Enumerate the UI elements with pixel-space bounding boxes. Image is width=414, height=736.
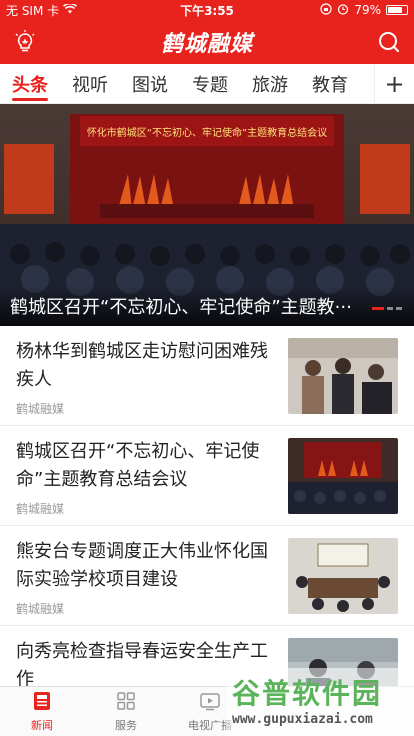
rotation-lock-icon	[320, 2, 332, 18]
news-item[interactable]: 杨林华到鹤城区走访慰问困难残疾人 鹤城融媒	[0, 326, 414, 426]
grid-icon	[115, 690, 137, 715]
site-watermark: 谷普软件园 www.gupuxiazai.com	[226, 668, 414, 736]
nav-news[interactable]: 新闻	[0, 687, 84, 736]
nav-services[interactable]: 服务	[84, 687, 168, 736]
app-logo: 鹤城融媒	[160, 31, 253, 57]
app-header: 鹤城融媒	[0, 20, 414, 64]
news-title: 鹤城区召开“不忘初心、牢记使命”主题教育总结会议	[16, 441, 260, 490]
clock: 下午3:55	[180, 3, 234, 18]
battery-icon	[386, 5, 408, 15]
news-thumbnail	[288, 538, 398, 614]
news-item[interactable]: 熊安台专题调度正大伟业怀化国际实验学校项目建设 鹤城融媒	[0, 526, 414, 626]
news-icon	[31, 690, 53, 715]
lightbulb-icon[interactable]	[12, 29, 38, 55]
news-source: 鹤城融媒	[16, 402, 65, 416]
hero-banner-text: 怀化市鹤城区“不忘初心、牢记使命”主题教育总结会议	[86, 128, 328, 139]
carousel-indicator	[372, 307, 402, 310]
alarm-icon	[337, 3, 349, 18]
tab-5[interactable]: 教育	[300, 64, 360, 103]
watermark-url: www.gupuxiazai.com	[232, 712, 373, 727]
nav-label: 新闻	[31, 719, 53, 732]
carrier-label: 无 SIM 卡	[6, 3, 60, 18]
status-bar: 无 SIM 卡 下午3:55 79%	[0, 0, 414, 20]
news-list: 杨林华到鹤城区走访慰问困难残疾人 鹤城融媒 鹤城区召开“不忘初心、牢记使命”主题…	[0, 326, 414, 686]
wifi-icon	[63, 2, 78, 17]
battery-percent: 79%	[354, 3, 381, 17]
search-icon[interactable]	[376, 29, 402, 55]
watermark-text: 谷普软件园	[232, 677, 383, 710]
channel-tabs: 头条 视听 图说 专题 旅游 教育 +	[0, 64, 414, 104]
news-source: 鹤城融媒	[16, 602, 65, 616]
news-source: 鹤城融媒	[16, 502, 65, 516]
news-item[interactable]: 鹤城区召开“不忘初心、牢记使命”主题教育总结会议 鹤城融媒	[0, 426, 414, 526]
hero-caption: 鹤城区召开“不忘初心、牢记使命”主题教···	[0, 286, 414, 326]
tab-0[interactable]: 头条	[0, 64, 60, 103]
tab-4[interactable]: 旅游	[240, 64, 300, 103]
tv-icon	[199, 690, 221, 715]
news-thumbnail	[288, 338, 398, 414]
tab-1[interactable]: 视听	[60, 64, 120, 103]
news-title: 杨林华到鹤城区走访慰问困难残疾人	[16, 341, 268, 390]
hero-carousel[interactable]: 怀化市鹤城区“不忘初心、牢记使命”主题教育总结会议 鹤城区召开“不忘初心、牢记使…	[0, 104, 414, 326]
tab-2[interactable]: 图说	[120, 64, 180, 103]
tab-3[interactable]: 专题	[180, 64, 240, 103]
nav-label: 服务	[115, 719, 137, 732]
news-thumbnail	[288, 438, 398, 514]
add-channel-button[interactable]: +	[374, 64, 414, 103]
news-title: 熊安台专题调度正大伟业怀化国际实验学校项目建设	[16, 541, 268, 590]
tab-list: 头条 视听 图说 专题 旅游 教育	[0, 64, 374, 103]
